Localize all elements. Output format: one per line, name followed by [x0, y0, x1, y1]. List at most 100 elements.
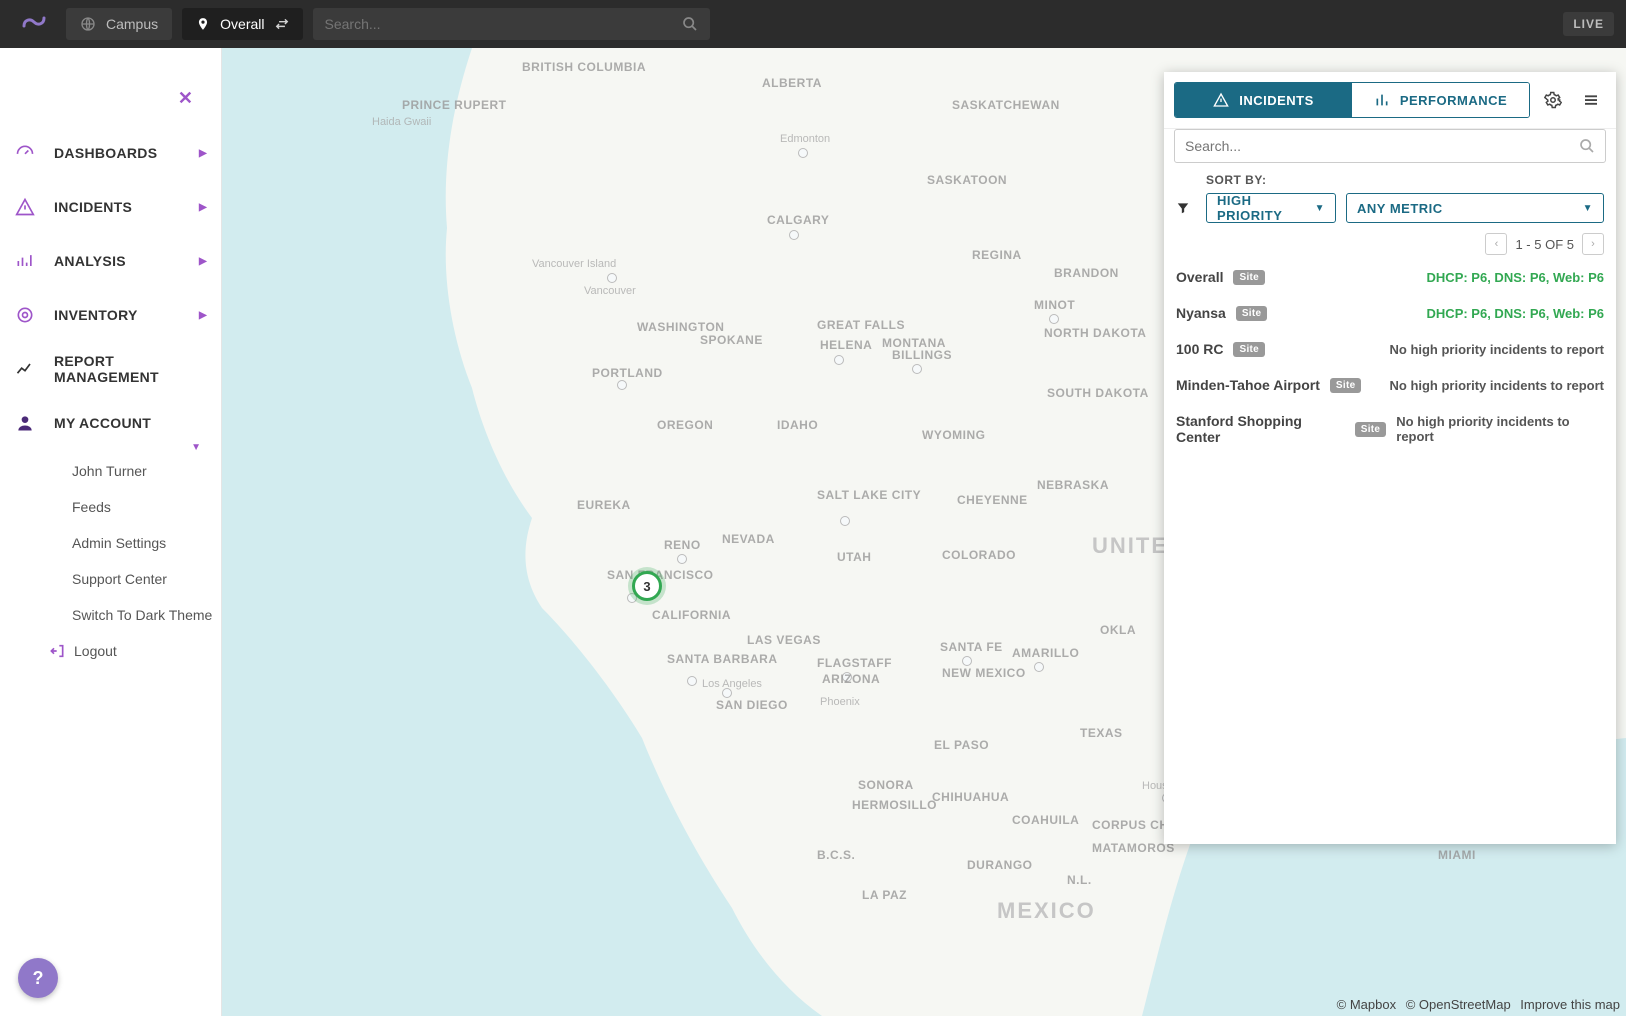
list-row[interactable]: Nyansa Site DHCP: P6, DNS: P6, Web: P6 — [1176, 299, 1604, 327]
row-name: Nyansa — [1176, 305, 1226, 321]
menu-button[interactable] — [1576, 85, 1606, 115]
sidebar-item-label: INVENTORY — [54, 307, 199, 323]
row-name: Overall — [1176, 269, 1223, 285]
map-poi — [677, 554, 687, 564]
map-attribution: © Mapbox © OpenStreetMap Improve this ma… — [1331, 997, 1620, 1012]
tab-performance[interactable]: PERFORMANCE — [1352, 83, 1529, 117]
sort-by-label: SORT BY: — [1206, 173, 1604, 187]
gauge-icon — [14, 142, 36, 164]
warning-icon — [1213, 92, 1229, 108]
campus-label: Campus — [106, 16, 158, 32]
map-poi — [842, 672, 852, 682]
account-sub-switch-theme[interactable]: Switch To Dark Theme — [72, 597, 221, 633]
search-icon — [1579, 138, 1595, 154]
map-poi — [722, 688, 732, 698]
chevron-right-icon: ▶ — [199, 148, 207, 159]
sort-metric-dropdown[interactable]: ANY METRIC ▼ — [1346, 193, 1604, 223]
chevron-right-icon: ▶ — [199, 202, 207, 213]
account-sub-logout[interactable]: Logout — [50, 633, 221, 669]
site-badge: Site — [1236, 306, 1268, 321]
panel-search-input[interactable] — [1185, 138, 1579, 154]
row-status: DHCP: P6, DNS: P6, Web: P6 — [1427, 270, 1604, 285]
analysis-icon — [14, 250, 36, 272]
map-cluster[interactable]: 3 — [632, 571, 662, 601]
sidebar: ✕ DASHBOARDS ▶ INCIDENTS ▶ ANALYSIS ▶ IN… — [0, 48, 222, 1016]
list-row[interactable]: Overall Site DHCP: P6, DNS: P6, Web: P6 — [1176, 263, 1604, 291]
sidebar-item-report-management[interactable]: REPORT MANAGEMENT — [0, 342, 221, 396]
target-icon — [14, 304, 36, 326]
tab-label: INCIDENTS — [1239, 93, 1314, 108]
sidebar-item-label: ANALYSIS — [54, 253, 199, 269]
top-search[interactable] — [313, 8, 710, 40]
map-poi — [798, 148, 808, 158]
map-poi — [789, 230, 799, 240]
sidebar-item-label: MY ACCOUNT — [54, 415, 207, 431]
warning-icon — [14, 196, 36, 218]
map-poi — [912, 364, 922, 374]
list-row[interactable]: Stanford Shopping Center Site No high pr… — [1176, 407, 1604, 451]
gear-button[interactable] — [1538, 85, 1568, 115]
chevron-right-icon: ▶ — [199, 256, 207, 267]
chevron-down-icon: ▼ — [1315, 203, 1325, 214]
search-icon — [682, 16, 698, 32]
close-sidebar[interactable]: ✕ — [178, 88, 193, 109]
sidebar-item-label: DASHBOARDS — [54, 145, 199, 161]
list-row[interactable]: 100 RC Site No high priority incidents t… — [1176, 335, 1604, 363]
filter-icon[interactable] — [1176, 201, 1196, 215]
pin-icon — [196, 17, 210, 31]
dropdown-label: ANY METRIC — [1357, 201, 1443, 216]
attrib-osm[interactable]: © OpenStreetMap — [1406, 997, 1511, 1012]
map-poi — [607, 273, 617, 283]
tab-label: PERFORMANCE — [1400, 93, 1507, 108]
account-sub-feeds[interactable]: Feeds — [72, 489, 221, 525]
sidebar-item-label: INCIDENTS — [54, 199, 199, 215]
row-status: No high priority incidents to report — [1396, 414, 1604, 444]
sort-priority-dropdown[interactable]: HIGH PRIORITY ▼ — [1206, 193, 1336, 223]
pager-text: 1 - 5 OF 5 — [1515, 237, 1574, 252]
sidebar-item-incidents[interactable]: INCIDENTS ▶ — [0, 180, 221, 234]
map-poi — [962, 656, 972, 666]
row-name: Stanford Shopping Center — [1176, 413, 1345, 445]
account-sub-user[interactable]: John Turner — [72, 453, 221, 489]
map-poi — [1034, 662, 1044, 672]
panel-tabs: INCIDENTS PERFORMANCE — [1174, 82, 1530, 118]
app-logo[interactable] — [12, 0, 56, 48]
incidents-panel: INCIDENTS PERFORMANCE SORT BY: HIGH PRIO — [1164, 72, 1616, 844]
list-row[interactable]: Minden-Tahoe Airport Site No high priori… — [1176, 371, 1604, 399]
swap-icon — [275, 17, 289, 31]
attrib-mapbox[interactable]: © Mapbox — [1337, 997, 1396, 1012]
sidebar-item-analysis[interactable]: ANALYSIS ▶ — [0, 234, 221, 288]
site-badge: Site — [1233, 342, 1265, 357]
panel-search[interactable] — [1174, 129, 1606, 163]
overall-label: Overall — [220, 16, 264, 32]
topbar: Campus Overall LIVE — [0, 0, 1626, 48]
incidents-list: Overall Site DHCP: P6, DNS: P6, Web: P6 … — [1164, 263, 1616, 451]
sidebar-item-label: REPORT MANAGEMENT — [54, 353, 207, 385]
chevron-down-icon: ▼ — [1583, 203, 1593, 214]
campus-selector[interactable]: Campus — [66, 8, 172, 40]
account-sub-support-center[interactable]: Support Center — [72, 561, 221, 597]
trend-icon — [14, 358, 36, 380]
chevron-down-icon: ▼ — [191, 442, 201, 453]
tab-incidents[interactable]: INCIDENTS — [1175, 83, 1352, 117]
row-status: No high priority incidents to report — [1390, 342, 1605, 357]
logout-label: Logout — [74, 643, 117, 659]
sidebar-item-inventory[interactable]: INVENTORY ▶ — [0, 288, 221, 342]
live-badge[interactable]: LIVE — [1563, 12, 1614, 36]
pager-prev[interactable]: ‹ — [1485, 233, 1507, 255]
sidebar-item-dashboards[interactable]: DASHBOARDS ▶ — [0, 126, 221, 180]
chevron-right-icon: ▶ — [199, 310, 207, 321]
dropdown-label: HIGH PRIORITY — [1217, 193, 1315, 223]
map-poi — [687, 676, 697, 686]
help-button[interactable]: ? — [18, 958, 58, 998]
site-badge: Site — [1233, 270, 1265, 285]
attrib-improve[interactable]: Improve this map — [1520, 997, 1620, 1012]
overall-selector[interactable]: Overall — [182, 8, 302, 40]
top-search-input[interactable] — [325, 16, 682, 32]
pager-next[interactable]: › — [1582, 233, 1604, 255]
map-poi — [617, 380, 627, 390]
user-icon — [14, 412, 36, 434]
map-poi — [840, 516, 850, 526]
account-sub-admin-settings[interactable]: Admin Settings — [72, 525, 221, 561]
row-name: Minden-Tahoe Airport — [1176, 377, 1320, 393]
